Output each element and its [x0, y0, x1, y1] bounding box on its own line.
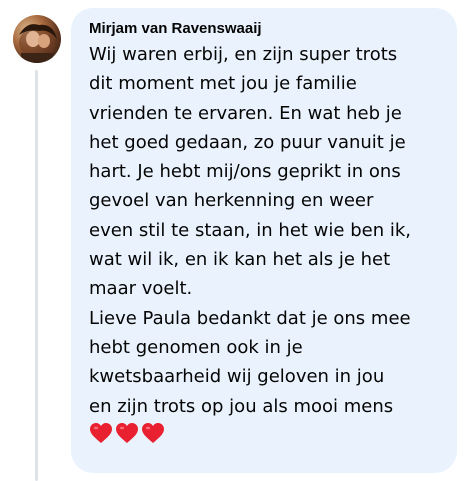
comment-text-line: dit moment met jou je familie	[89, 73, 357, 95]
avatar-photo	[19, 24, 57, 63]
comment-text-line: en zijn trots op jou als mooi mens	[89, 395, 394, 417]
avatar[interactable]	[13, 15, 61, 63]
reply-thread-line	[35, 70, 38, 481]
heart-emoji-icon	[142, 422, 164, 443]
heart-emoji-icon	[90, 422, 112, 443]
comment-text-line: gevoel van herkenning en weer	[89, 190, 374, 212]
comment-text-line: even stil te staan, in het wie ben ik,	[89, 219, 411, 241]
comment-text-line: kwetsbaarheid wij geloven in jou	[89, 366, 385, 388]
comment-text-line: het goed gedaan, zo puur vanuit je	[89, 131, 406, 153]
comment-bubble: Mirjam van Ravenswaaij Wij waren erbij, …	[71, 8, 457, 473]
comment-text-line: Lieve Paula bedankt dat je ons mee	[89, 307, 411, 329]
comment-text-line: hebt genomen ook in je	[89, 336, 303, 358]
comment-author-name[interactable]: Mirjam van Ravenswaaij	[89, 20, 445, 38]
comment-text: Wij waren erbij, en zijn super trots dit…	[89, 40, 445, 444]
comment-text-line: maar voelt.	[89, 278, 193, 300]
emoji-row	[89, 422, 445, 444]
heart-emoji-icon	[116, 422, 138, 443]
comment-text-line: vrienden te ervaren. En wat heb je	[89, 102, 402, 124]
comment-text-line: wat wil ik, en ik kan het als je het	[89, 249, 391, 271]
comment-text-line: Wij waren erbij, en zijn super trots	[89, 44, 398, 65]
comment-text-line: hart. Je hebt mij/ons geprikt in ons	[89, 161, 401, 183]
